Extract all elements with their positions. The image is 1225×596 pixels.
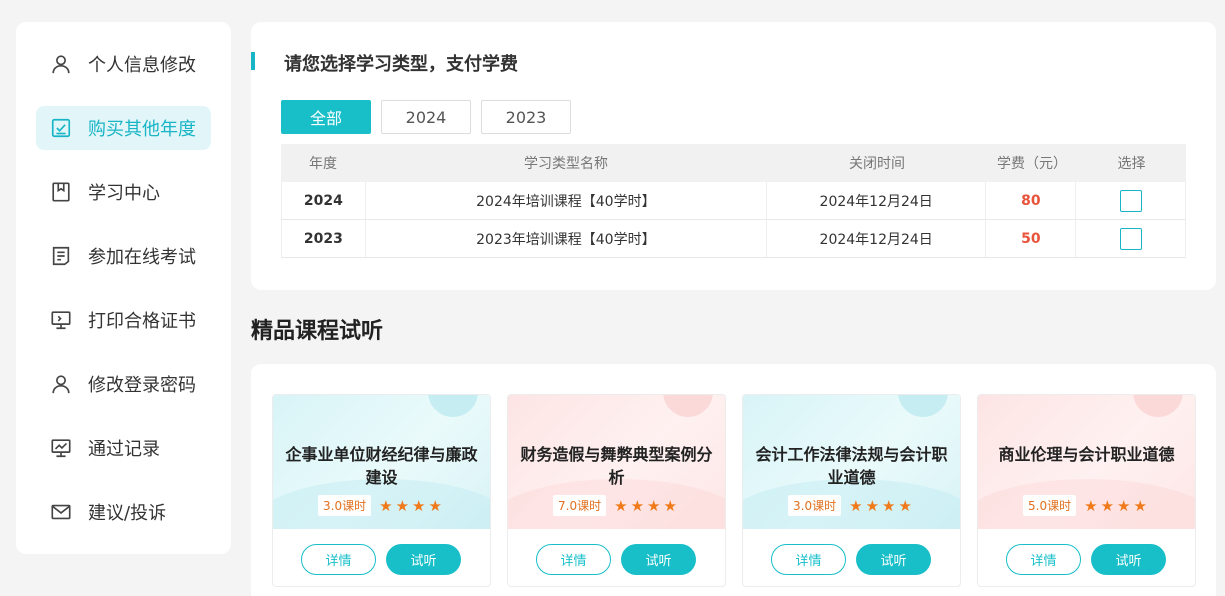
exam-icon	[50, 245, 72, 267]
col-select: 选择	[1117, 156, 1146, 172]
trial-button[interactable]: 试听	[386, 544, 461, 575]
course-card: 会计工作法律法规与会计职业道德 3.0课时 ★★★★ 详情 试听	[742, 394, 961, 587]
checkbox-icon	[50, 117, 72, 139]
decor-circle	[428, 395, 478, 417]
sidebar-item-label: 参加在线考试	[88, 247, 196, 268]
user-lock-icon	[50, 373, 72, 395]
course-card: 财务造假与舞弊典型案例分析 7.0课时 ★★★★ 详情 试听	[507, 394, 726, 587]
course-meta: 3.0课时 ★★★★	[273, 495, 490, 516]
sidebar-item-label: 建议/投诉	[88, 503, 167, 524]
course-title: 商业伦理与会计职业道德	[998, 445, 1175, 464]
course-meta: 7.0课时 ★★★★	[508, 495, 725, 516]
close-time-cell: 2024年12月24日	[767, 220, 987, 257]
hours-badge: 5.0课时	[1023, 495, 1077, 516]
card-banner: 会计工作法律法规与会计职业道德 3.0课时 ★★★★	[743, 395, 960, 529]
detail-button[interactable]: 详情	[536, 544, 611, 575]
sidebar-item-online-exam[interactable]: 参加在线考试	[36, 234, 211, 278]
col-fee: 学费（元）	[997, 156, 1067, 172]
col-close-time: 关闭时间	[849, 156, 905, 172]
select-checkbox[interactable]	[1119, 227, 1142, 250]
sidebar-item-pass-records[interactable]: 通过记录	[36, 426, 211, 470]
course-card: 企事业单位财经纪律与廉政建设 3.0课时 ★★★★ 详情 试听	[272, 394, 491, 587]
table-header: 年度 学习类型名称 关闭时间 学费（元） 选择	[281, 144, 1186, 182]
select-checkbox[interactable]	[1119, 189, 1142, 212]
course-title: 财务造假与舞弊典型案例分析	[520, 445, 713, 487]
payment-panel: 请您选择学习类型，支付学费 全部 2024 2023 年度 学习类型名称 关闭时…	[251, 22, 1216, 290]
decor-circle	[1133, 395, 1183, 417]
sidebar-item-profile[interactable]: 个人信息修改	[36, 42, 211, 86]
trial-button[interactable]: 试听	[856, 544, 931, 575]
sidebar-item-label: 学习中心	[88, 183, 160, 204]
monitor-icon	[50, 309, 72, 331]
sidebar-item-buy-other-years[interactable]: 购买其他年度	[36, 106, 211, 150]
year-cell: 2023	[282, 220, 366, 257]
table-row: 2023 2023年培训课程【40学时】 2024年12月24日 50	[281, 220, 1186, 258]
card-banner: 财务造假与舞弊典型案例分析 7.0课时 ★★★★	[508, 395, 725, 529]
course-meta: 5.0课时 ★★★★	[978, 495, 1195, 516]
sidebar-item-label: 修改登录密码	[88, 375, 196, 396]
trial-button[interactable]: 试听	[1091, 544, 1166, 575]
filter-2023[interactable]: 2023	[481, 100, 571, 134]
sidebar-item-label: 个人信息修改	[88, 55, 196, 76]
course-panel: 企事业单位财经纪律与廉政建设 3.0课时 ★★★★ 详情 试听 财务造假与舞弊典…	[251, 364, 1216, 596]
bookmark-icon	[50, 181, 72, 203]
course-title: 会计工作法律法规与会计职业道德	[755, 445, 948, 487]
chart-icon	[50, 437, 72, 459]
detail-button[interactable]: 详情	[1006, 544, 1081, 575]
fee-cell: 80	[986, 182, 1077, 219]
name-cell: 2024年培训课程【40学时】	[366, 182, 767, 219]
user-icon	[50, 53, 72, 75]
sidebar-item-print-certificate[interactable]: 打印合格证书	[36, 298, 211, 342]
sidebar-item-feedback[interactable]: 建议/投诉	[36, 490, 211, 534]
sidebar-item-label: 购买其他年度	[88, 119, 196, 140]
star-rating: ★★★★	[849, 496, 915, 515]
table-row: 2024 2024年培训课程【40学时】 2024年12月24日 80	[281, 182, 1186, 220]
decor-circle	[663, 395, 713, 417]
detail-button[interactable]: 详情	[771, 544, 846, 575]
filter-all[interactable]: 全部	[281, 100, 371, 134]
title-accent-bar	[251, 52, 255, 70]
course-title: 企事业单位财经纪律与廉政建设	[285, 445, 478, 487]
section-title: 精品课程试听	[251, 319, 384, 344]
hours-badge: 7.0课时	[553, 495, 607, 516]
sidebar-item-change-password[interactable]: 修改登录密码	[36, 362, 211, 406]
year-cell: 2024	[282, 182, 366, 219]
star-rating: ★★★★	[614, 496, 680, 515]
trial-button[interactable]: 试听	[621, 544, 696, 575]
select-cell	[1076, 182, 1185, 219]
sidebar-item-label: 打印合格证书	[88, 311, 196, 332]
fee-cell: 50	[986, 220, 1077, 257]
sidebar-item-label: 通过记录	[88, 439, 160, 460]
name-cell: 2023年培训课程【40学时】	[366, 220, 767, 257]
star-rating: ★★★★	[379, 496, 445, 515]
card-banner: 商业伦理与会计职业道德 5.0课时 ★★★★	[978, 395, 1195, 529]
payment-title: 请您选择学习类型，支付学费	[284, 54, 518, 75]
col-name: 学习类型名称	[524, 156, 608, 172]
detail-button[interactable]: 详情	[301, 544, 376, 575]
filter-2024[interactable]: 2024	[381, 100, 471, 134]
sidebar: 个人信息修改 购买其他年度 学习中心 参加在线考试 打印合格证书 修改登录密码	[16, 22, 231, 554]
card-banner: 企事业单位财经纪律与廉政建设 3.0课时 ★★★★	[273, 395, 490, 529]
select-cell	[1076, 220, 1185, 257]
decor-circle	[898, 395, 948, 417]
col-year: 年度	[309, 156, 337, 172]
course-meta: 3.0课时 ★★★★	[743, 495, 960, 516]
hours-badge: 3.0课时	[788, 495, 842, 516]
sidebar-item-study-center[interactable]: 学习中心	[36, 170, 211, 214]
course-type-table: 年度 学习类型名称 关闭时间 学费（元） 选择 2024 2024年培训课程【4…	[281, 144, 1186, 258]
hours-badge: 3.0课时	[318, 495, 372, 516]
course-card: 商业伦理与会计职业道德 5.0课时 ★★★★ 详情 试听	[977, 394, 1196, 587]
mail-icon	[50, 501, 72, 523]
close-time-cell: 2024年12月24日	[767, 182, 987, 219]
star-rating: ★★★★	[1084, 496, 1150, 515]
